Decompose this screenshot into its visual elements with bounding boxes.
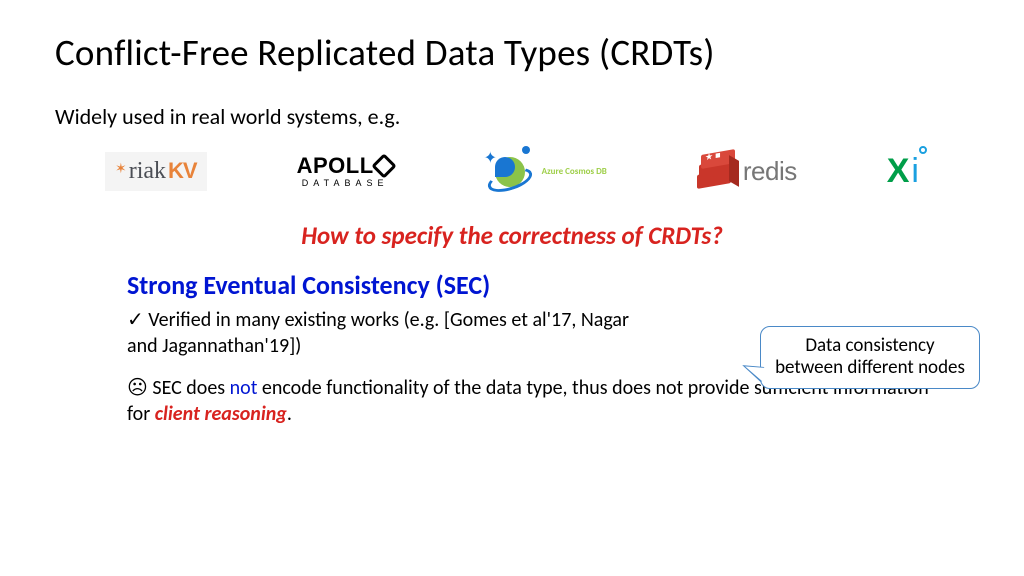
sec-heading: Strong Eventual Consistency (SEC) [127,269,490,301]
redis-cube-icon: ★ ■ [697,152,737,190]
riak-text: riak [129,158,166,185]
riak-kv-text: KV [168,158,197,184]
callout-bubble: Data consistency between different nodes [760,326,980,389]
subtitle: Widely used in real world systems, e.g. [55,103,969,130]
xi-logo: Xi [887,152,919,191]
central-question: How to specify the correctness of CRDTs? [55,220,969,251]
apollo-logo: APOLL DATABASE [297,155,394,188]
logo-row: ✶ riakKV APOLL DATABASE ✦ Azure Cosmos D… [65,144,959,198]
cosmos-logo: ✦ Azure Cosmos DB [484,148,607,194]
bullet-verified-text: Verified in many existing works (e.g. [G… [127,308,629,358]
bullet2-post: . [287,402,292,426]
apollo-subtext: DATABASE [297,179,394,188]
bullet2-pre: SEC does [148,376,230,400]
apollo-text-left: APOLL [297,155,374,177]
apollo-diamond-icon [371,153,396,178]
xi-dot-icon [919,146,927,154]
slide-title: Conflict-Free Replicated Data Types (CRD… [55,30,969,75]
redis-logo: ★ ■ redis [697,152,797,190]
riak-burst-icon: ✶ [115,162,127,176]
bullet2-client: client reasoning [155,402,287,426]
cosmos-globe-icon: ✦ [484,148,536,194]
redis-label: redis [743,156,797,187]
check-icon: ✓ [127,309,144,331]
bullet2-not: not [230,376,258,400]
cosmos-label: Azure Cosmos DB [542,166,607,177]
xi-i-glyph: i [911,152,919,191]
apollo-wordmark: APOLL [297,155,394,177]
xi-x-glyph: X [887,152,910,191]
bullet-verified: ✓ Verified in many existing works (e.g. … [127,307,647,359]
sad-face-icon: ☹ [127,377,148,399]
riak-logo: ✶ riakKV [105,152,207,191]
